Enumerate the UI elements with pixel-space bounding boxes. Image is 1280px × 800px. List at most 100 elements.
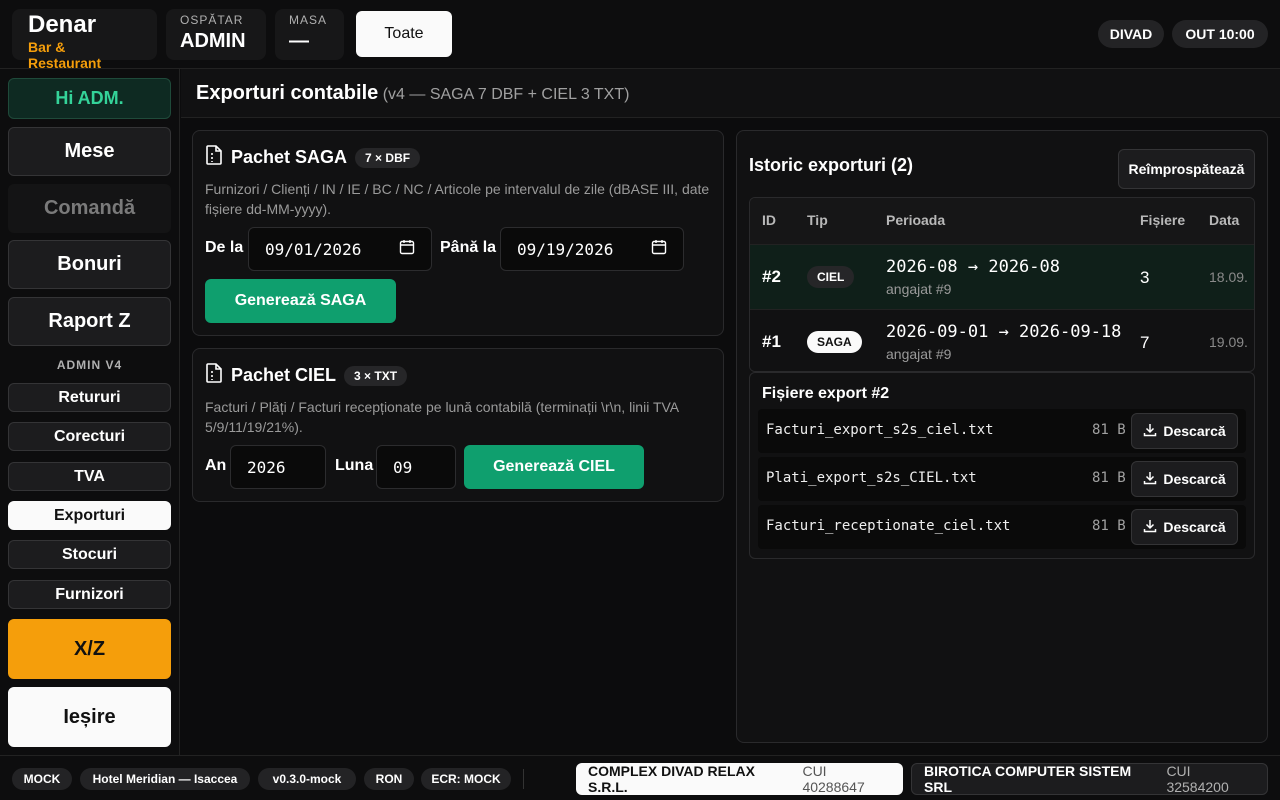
file-size: 81 B [1092, 470, 1126, 486]
col-date: Data [1209, 212, 1240, 228]
sidebar-item-tva[interactable]: TVA [8, 462, 171, 491]
hotel-badge: Hotel Meridian — Isaccea [80, 768, 250, 790]
file-name: Facturi_receptionate_ciel.txt [766, 518, 1011, 534]
ciel-year-label: An [205, 457, 227, 474]
saga-from-date-input[interactable]: 09/01/2026 [248, 227, 432, 271]
table-row[interactable]: #2 CIEL 2026-08 → 2026-08 angajat #9 3 1… [750, 244, 1254, 309]
company-selector-active[interactable]: COMPLEX DIVAD RELAX S.R.L. CUI 40288647 [576, 763, 903, 795]
version-badge: v0.3.0-mock [258, 768, 356, 790]
ciel-chip: 3 × TXT [344, 365, 408, 386]
table-header: ID Tip Perioada Fișiere Data [750, 198, 1254, 244]
table-label: MASA [289, 13, 328, 27]
file-size: 81 B [1092, 422, 1126, 438]
waiter-label: OSPĂTAR [180, 13, 244, 27]
brand-name: Denar [28, 11, 97, 38]
sidebar-item-stocuri[interactable]: Stocuri [8, 540, 171, 569]
type-badge: SAGA [807, 331, 862, 353]
ciel-year-input[interactable]: 2026 [230, 445, 326, 489]
row-date: 18.09. [1209, 269, 1248, 285]
ciel-month-label: Luna [335, 457, 374, 474]
table-value: — [289, 30, 309, 52]
download-button[interactable]: Descarcă [1131, 509, 1238, 545]
top-bar: Denar Bar & Restaurant OSPĂTAR ADMIN MAS… [0, 0, 1280, 71]
download-button[interactable]: Descarcă [1131, 461, 1238, 497]
file-name: Facturi_export_s2s_ciel.txt [766, 422, 994, 438]
generate-ciel-button[interactable]: Generează CIEL [464, 445, 644, 489]
export-files-panel: Fișiere export #2 Facturi_export_s2s_cie… [749, 372, 1255, 559]
company-name: BIROTICA COMPUTER SISTEM SRL [924, 763, 1132, 795]
generate-saga-button[interactable]: Generează SAGA [205, 279, 396, 323]
saga-to-label: Până la [440, 239, 497, 256]
refresh-button[interactable]: Reîmprospătează [1118, 149, 1255, 189]
brand-logo: Denar Bar & Restaurant [12, 9, 157, 71]
files-panel-title: Fișiere export #2 [762, 385, 890, 402]
location-badge: DIVAD [1098, 20, 1164, 48]
col-type: Tip [807, 212, 828, 228]
exit-button[interactable]: Ieșire [8, 687, 171, 747]
row-employee: angajat #9 [886, 281, 952, 297]
waiter-box: OSPĂTAR ADMIN [166, 9, 266, 60]
ciel-month-value: 09 [393, 457, 413, 477]
row-date: 19.09. [1209, 334, 1248, 350]
sidebar-item-corecturi[interactable]: Corecturi [8, 422, 171, 451]
company-name: COMPLEX DIVAD RELAX S.R.L. [588, 763, 755, 795]
download-icon [1143, 471, 1157, 488]
main-content: Exporturi contabile (v4 — SAGA 7 DBF + C… [181, 69, 1280, 755]
sidebar-item-bonuri[interactable]: Bonuri [8, 240, 171, 289]
sidebar-item-comanda[interactable]: Comandă [8, 184, 171, 233]
filter-all-button[interactable]: Toate [356, 11, 452, 57]
file-row: Facturi_receptionate_ciel.txt 81 B Desca… [758, 505, 1246, 549]
greeting-button[interactable]: Hi ADM. [8, 78, 171, 119]
sidebar-section-admin: ADMIN V4 [56, 358, 123, 372]
file-size: 81 B [1092, 518, 1126, 534]
company-selector[interactable]: BIROTICA COMPUTER SISTEM SRL CUI 3258420… [911, 763, 1268, 795]
download-button[interactable]: Descarcă [1131, 413, 1238, 449]
xz-button[interactable]: X/Z [8, 619, 171, 679]
file-row: Plati_export_s2s_CIEL.txt 81 B Descarcă [758, 457, 1246, 501]
row-period: 2026-09-01 → 2026-09-18 [886, 322, 1122, 342]
file-archive-icon [205, 145, 223, 170]
ciel-card: Pachet CIEL 3 × TXT Facturi / Plăți / Fa… [192, 348, 724, 502]
ecr-badge: ECR: MOCK [421, 768, 511, 790]
sidebar-item-raport-z[interactable]: Raport Z [8, 297, 171, 346]
row-employee: angajat #9 [886, 346, 952, 362]
download-icon [1143, 519, 1157, 536]
download-label: Descarcă [1163, 519, 1226, 535]
download-icon [1143, 423, 1157, 440]
saga-from-value: 09/01/2026 [265, 239, 362, 259]
col-id: ID [762, 212, 776, 228]
footer-divider [523, 769, 524, 789]
sidebar-item-furnizori[interactable]: Furnizori [8, 580, 171, 609]
saga-title: Pachet SAGA 7 × DBF [205, 145, 421, 170]
history-card: Istoric exporturi (2) Reîmprospătează ID… [736, 130, 1268, 743]
shift-badge[interactable]: OUT 10:00 [1172, 20, 1268, 48]
calendar-icon[interactable] [399, 239, 415, 260]
company-cui: CUI 40288647 [802, 763, 865, 795]
table-row[interactable]: #1 SAGA 2026-09-01 → 2026-09-18 angajat … [750, 309, 1254, 371]
table-box: MASA — [275, 9, 344, 60]
calendar-icon[interactable] [651, 239, 667, 260]
type-badge: CIEL [807, 266, 855, 288]
page-header: Exporturi contabile (v4 — SAGA 7 DBF + C… [181, 69, 1280, 118]
row-id: #2 [762, 267, 781, 286]
row-period: 2026-08 → 2026-08 [886, 257, 1060, 277]
saga-chip: 7 × DBF [355, 147, 421, 168]
row-id: #1 [762, 332, 781, 351]
sidebar-item-exporturi[interactable]: Exporturi [8, 501, 171, 530]
saga-to-value: 09/19/2026 [517, 239, 614, 259]
row-files: 3 [1140, 268, 1150, 287]
saga-description: Furnizori / Clienți / IN / IE / BC / NC … [205, 181, 710, 217]
saga-from-label: De la [205, 239, 244, 256]
col-files: Fișiere [1140, 212, 1186, 228]
ciel-month-input[interactable]: 09 [376, 445, 456, 489]
sidebar-item-retururi[interactable]: Retururi [8, 383, 171, 412]
saga-to-date-input[interactable]: 09/19/2026 [500, 227, 684, 271]
file-name: Plati_export_s2s_CIEL.txt [766, 470, 977, 486]
waiter-value: ADMIN [180, 30, 246, 52]
ciel-title: Pachet CIEL 3 × TXT [205, 363, 408, 388]
ciel-year-value: 2026 [247, 457, 286, 477]
mode-badge: MOCK [12, 768, 72, 790]
file-archive-icon [205, 363, 223, 388]
sidebar-item-mese[interactable]: Mese [8, 127, 171, 176]
sidebar: Hi ADM. Mese Comandă Bonuri Raport Z ADM… [0, 69, 180, 755]
